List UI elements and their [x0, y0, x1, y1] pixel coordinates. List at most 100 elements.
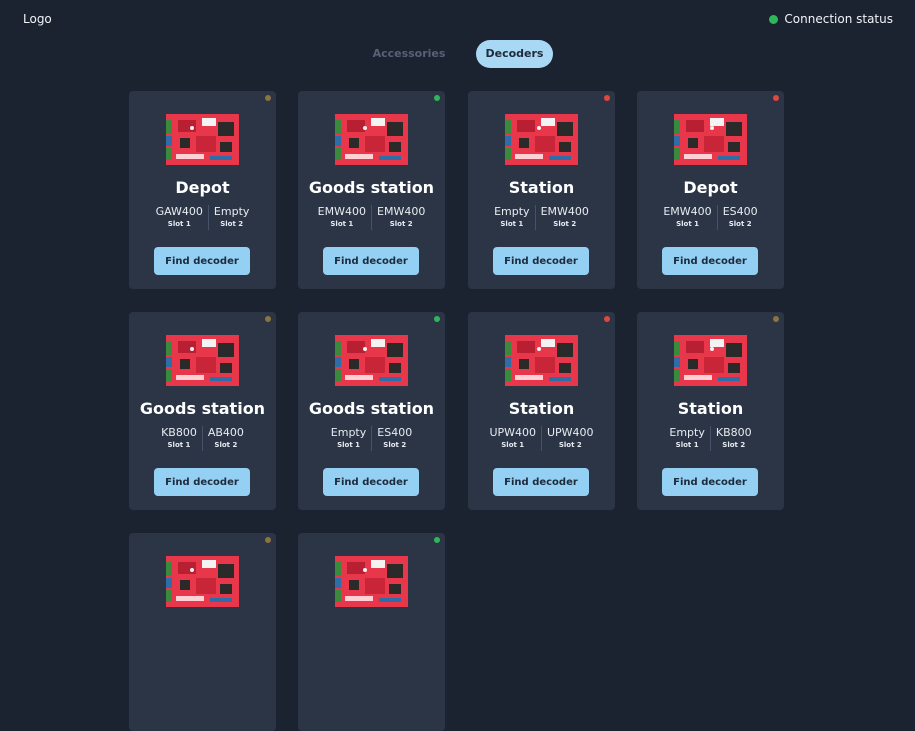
decoder-board [505, 335, 578, 386]
decoder-card[interactable]: Goods station EMW400 Slot 1 EMW400 Slot 2 Fin… [298, 91, 445, 289]
slot-label: Slot 1 [167, 220, 191, 228]
tab-accessories[interactable]: Accessories [370, 40, 448, 68]
status-indicator-icon [773, 95, 779, 101]
slot-label: Slot 2 [389, 220, 413, 228]
slot: ES400 Slot 2 [716, 205, 763, 230]
slot-value: ES400 [722, 205, 758, 218]
slot-label: Slot 1 [337, 441, 360, 449]
decoder-board-image [335, 335, 408, 386]
decoder-board [166, 556, 239, 607]
slot-label: Slot 2 [553, 220, 577, 228]
tab-bar: Accessories Decoders [0, 40, 915, 68]
top-bar: Logo Connection status [0, 0, 915, 40]
decoder-board [674, 114, 747, 165]
decoder-board-image [505, 114, 578, 165]
decoder-slots: EMW400 Slot 1 EMW400 Slot 2 [298, 205, 445, 230]
decoder-title: Station [677, 399, 744, 418]
slot: KB800 Slot 1 [156, 426, 202, 451]
slot: Empty Slot 1 [664, 426, 709, 451]
decoder-board-image [166, 114, 239, 165]
slot: Empty Slot 2 [207, 205, 254, 230]
slot: KB800 Slot 2 [709, 426, 757, 451]
find-decoder-button[interactable]: Find decoder [154, 468, 250, 496]
slot: Empty Slot 1 [326, 426, 371, 451]
slot-value: ES400 [377, 426, 413, 439]
decoder-board [166, 335, 239, 386]
decoder-card[interactable]: Station Empty Slot 1 EMW400 Slot 2 Find decod… [468, 91, 615, 289]
decoder-card[interactable]: Station Empty Slot 1 KB800 Slot 2 Find decode… [637, 312, 784, 510]
slot-label: Slot 1 [330, 220, 354, 228]
decoder-board [674, 335, 747, 386]
find-decoder-button[interactable]: Find decoder [493, 247, 589, 275]
decoder-card[interactable] [298, 533, 445, 731]
decoder-slots: KB800 Slot 1 AB400 Slot 2 [129, 426, 276, 451]
slot-label: Slot 1 [167, 441, 191, 449]
slot-value: Empty [494, 205, 530, 218]
find-decoder-button[interactable]: Find decoder [493, 468, 589, 496]
slot: GAW400 Slot 1 [151, 205, 208, 230]
decoder-title: Station [508, 399, 575, 418]
slot-label: Slot 1 [501, 441, 525, 449]
find-decoder-button[interactable]: Find decoder [323, 247, 419, 275]
decoder-card[interactable]: Station UPW400 Slot 1 UPW400 Slot 2 Find deco… [468, 312, 615, 510]
status-indicator-icon [265, 95, 271, 101]
slot: AB400 Slot 2 [201, 426, 249, 451]
logo[interactable]: Logo [23, 12, 52, 26]
slot-value: Empty [213, 205, 250, 218]
decoder-title: Goods station [139, 399, 266, 418]
slot: EMW400 Slot 1 [313, 205, 371, 230]
slot-value: KB800 [715, 426, 752, 439]
status-indicator-icon [604, 95, 610, 101]
decoder-board [505, 114, 578, 165]
slot-value: AB400 [207, 426, 244, 439]
decoder-card[interactable]: Goods station Empty Slot 1 ES400 Slot 2 Find … [298, 312, 445, 510]
decoder-board [335, 556, 408, 607]
decoder-card[interactable]: Goods station KB800 Slot 1 AB400 Slot 2 Find … [129, 312, 276, 510]
decoder-title: Goods station [308, 399, 435, 418]
status-indicator-icon [773, 316, 779, 322]
status-indicator-icon [604, 316, 610, 322]
decoder-slots: Empty Slot 1 ES400 Slot 2 [298, 426, 445, 451]
decoder-slots: EMW400 Slot 1 ES400 Slot 2 [637, 205, 784, 230]
decoder-board-image [166, 556, 239, 607]
status-indicator-icon [434, 316, 440, 322]
tab-decoders[interactable]: Decoders [476, 40, 553, 68]
find-decoder-button[interactable]: Find decoder [662, 468, 758, 496]
decoder-board [335, 335, 408, 386]
find-decoder-button[interactable]: Find decoder [154, 247, 250, 275]
slot-value: Empty [330, 426, 367, 439]
slot-label: Slot 1 [500, 220, 524, 228]
slot-label: Slot 2 [383, 441, 407, 449]
connection-status-dot-icon [769, 14, 779, 24]
slot: UPW400 Slot 2 [541, 426, 599, 451]
decoder-board-image [674, 114, 747, 165]
slot: ES400 Slot 2 [371, 426, 417, 451]
decoder-slots: Empty Slot 1 EMW400 Slot 2 [468, 205, 615, 230]
connection-status-label: Connection status [784, 12, 893, 26]
slot-value: UPW400 [489, 426, 536, 439]
decoder-card[interactable]: Depot GAW400 Slot 1 Empty Slot 2 Find decoder [129, 91, 276, 289]
status-indicator-icon [434, 95, 440, 101]
slot-value: UPW400 [547, 426, 594, 439]
slot-value: EMW400 [663, 205, 712, 218]
status-indicator-icon [434, 537, 440, 543]
slot-label: Slot 2 [722, 441, 746, 449]
find-decoder-button[interactable]: Find decoder [662, 247, 758, 275]
decoder-card[interactable] [129, 533, 276, 731]
slot: EMW400 Slot 1 [658, 205, 716, 230]
find-decoder-button[interactable]: Find decoder [323, 468, 419, 496]
slot-value: EMW400 [317, 205, 366, 218]
decoder-board-image [166, 335, 239, 386]
slot-value: KB800 [161, 426, 197, 439]
slot-label: Slot 2 [558, 441, 582, 449]
slot-label: Slot 2 [728, 220, 752, 228]
slot-value: EMW400 [540, 205, 589, 218]
decoder-board [166, 114, 239, 165]
slot-label: Slot 1 [675, 441, 699, 449]
decoder-board-image [335, 556, 408, 607]
decoder-slots: Empty Slot 1 KB800 Slot 2 [637, 426, 784, 451]
decoder-title: Depot [175, 178, 230, 197]
slot: Empty Slot 1 [489, 205, 534, 230]
slot-label: Slot 2 [220, 220, 244, 228]
decoder-card[interactable]: Depot EMW400 Slot 1 ES400 Slot 2 Find decoder [637, 91, 784, 289]
